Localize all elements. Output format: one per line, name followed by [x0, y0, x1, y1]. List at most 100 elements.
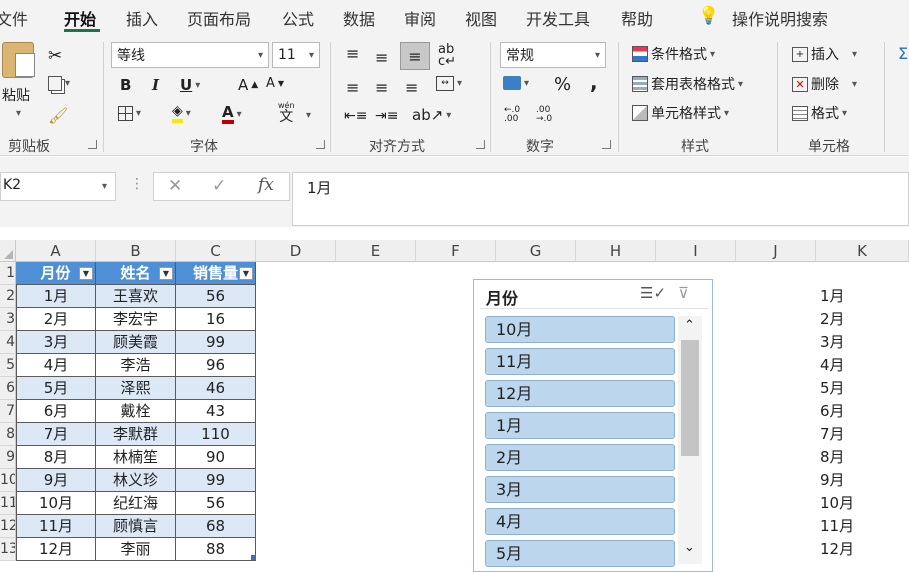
column-header-I[interactable]: I	[656, 240, 736, 262]
chevron-down-icon[interactable]: ▾	[306, 110, 311, 121]
decrease-decimal-button[interactable]: .00 →.0	[536, 106, 558, 124]
row-header-12[interactable]: 12	[0, 515, 16, 538]
wrap-text-icon[interactable]: ab c↵	[438, 43, 456, 68]
enter-icon[interactable]: ✓	[212, 176, 226, 196]
fill-color-button[interactable]: ◈ ▾	[172, 104, 191, 123]
column-header-D[interactable]: D	[256, 240, 336, 262]
tab-view[interactable]: 视图	[465, 6, 497, 30]
slicer-item[interactable]: 12月	[485, 380, 675, 407]
format-cells-button[interactable]: 格式 ▾	[792, 103, 847, 123]
table-cell[interactable]: 顾美霞	[96, 331, 176, 354]
formula-input[interactable]: 1月	[292, 172, 909, 226]
borders-button[interactable]: ▾	[118, 106, 141, 121]
font-launcher-icon[interactable]	[316, 140, 325, 149]
table-header-cell[interactable]: 月份 ▼	[16, 262, 96, 285]
table-cell[interactable]: 李宏宇	[96, 308, 176, 331]
table-cell[interactable]: 68	[176, 515, 256, 538]
orientation-button[interactable]: ab↗ ▾	[412, 106, 451, 124]
tab-developer[interactable]: 开发工具	[526, 6, 590, 30]
italic-button[interactable]: I	[152, 76, 159, 94]
cell-k[interactable]: 11月	[820, 515, 854, 538]
table-cell[interactable]: 88	[176, 538, 256, 561]
cut-icon[interactable]: ✂	[48, 46, 62, 66]
filter-dropdown-icon[interactable]: ▼	[239, 267, 253, 280]
column-header-G[interactable]: G	[496, 240, 576, 262]
clear-filter-icon[interactable]: ⊽	[678, 284, 689, 302]
slicer-item[interactable]: 10月	[485, 316, 675, 343]
merge-center-button[interactable]: ↔ ▾	[436, 76, 462, 91]
table-cell[interactable]: 纪红海	[96, 492, 176, 515]
row-header-8[interactable]: 8	[0, 423, 16, 446]
row-header-7[interactable]: 7	[0, 400, 16, 423]
cell-k[interactable]: 2月	[820, 308, 845, 331]
tell-me-search[interactable]: 操作说明搜索	[732, 6, 828, 30]
table-cell[interactable]: 戴栓	[96, 400, 176, 423]
align-right-icon[interactable]: ≡	[405, 78, 418, 97]
table-cell[interactable]: 林义珍	[96, 469, 176, 492]
table-cell[interactable]: 林楠笙	[96, 446, 176, 469]
column-header-F[interactable]: F	[416, 240, 496, 262]
paste-button[interactable]: 粘贴 ▾	[2, 42, 35, 119]
bold-button[interactable]: B	[120, 76, 131, 94]
slicer-month[interactable]: 月份 ☰✓ ⊽ 10月 11月 12月 1月 2月 3月 4月 5月 ⌃ ⌄	[473, 279, 713, 572]
insert-function-icon[interactable]: fx	[258, 175, 274, 195]
filter-dropdown-icon[interactable]: ▼	[159, 267, 173, 280]
row-header-5[interactable]: 5	[0, 354, 16, 377]
underline-button[interactable]: U ▾	[180, 76, 200, 94]
clipboard-launcher-icon[interactable]	[88, 140, 97, 149]
row-header-6[interactable]: 6	[0, 377, 16, 400]
table-cell[interactable]: 8月	[16, 446, 96, 469]
slicer-item[interactable]: 1月	[485, 412, 675, 439]
align-top-icon[interactable]: ≡	[346, 44, 359, 63]
comma-style-button[interactable]: ,	[590, 70, 598, 94]
scroll-thumb[interactable]	[681, 340, 699, 456]
table-cell[interactable]: 1月	[16, 285, 96, 308]
align-center-icon[interactable]: ≡	[375, 78, 388, 97]
slicer-item[interactable]: 3月	[485, 476, 675, 503]
scroll-up-icon[interactable]: ⌃	[684, 318, 695, 333]
align-left-icon[interactable]: ≡	[346, 78, 359, 97]
table-cell[interactable]: 顾慎言	[96, 515, 176, 538]
slicer-item[interactable]: 4月	[485, 508, 675, 535]
column-header-B[interactable]: B	[96, 240, 176, 262]
table-cell[interactable]: 6月	[16, 400, 96, 423]
slicer-item[interactable]: 5月	[485, 540, 675, 567]
tab-page-layout[interactable]: 页面布局	[187, 6, 251, 30]
font-name-select[interactable]: 等线 ▾	[111, 42, 269, 68]
column-header-A[interactable]: A	[16, 240, 96, 262]
shrink-font-button[interactable]: A ▼	[266, 76, 284, 91]
row-header-11[interactable]: 11	[0, 492, 16, 515]
copy-button[interactable]: ▾	[48, 76, 70, 91]
row-header-2[interactable]: 2	[0, 285, 16, 308]
cell-k[interactable]: 8月	[820, 446, 845, 469]
table-cell[interactable]: 4月	[16, 354, 96, 377]
filter-dropdown-icon[interactable]: ▼	[79, 267, 93, 280]
cancel-icon[interactable]: ✕	[168, 176, 182, 196]
table-cell[interactable]: 李默群	[96, 423, 176, 446]
cell-k[interactable]: 7月	[820, 423, 845, 446]
row-header-13[interactable]: 13	[0, 538, 16, 561]
table-resize-handle[interactable]	[251, 555, 256, 560]
slicer-scrollbar[interactable]: ⌃ ⌄	[678, 316, 702, 564]
table-cell[interactable]: 99	[176, 331, 256, 354]
table-cell[interactable]: 56	[176, 492, 256, 515]
slicer-item[interactable]: 11月	[485, 348, 675, 375]
increase-indent-icon[interactable]: ⇥≡	[375, 108, 398, 124]
cell-k[interactable]: 5月	[820, 377, 845, 400]
format-painter-icon[interactable]: 🖌	[48, 106, 68, 125]
row-header-4[interactable]: 4	[0, 331, 16, 354]
tab-file[interactable]: 文件	[0, 6, 28, 30]
table-cell[interactable]: 43	[176, 400, 256, 423]
cell-k[interactable]: 10月	[820, 492, 854, 515]
cell-k[interactable]: 1月	[820, 285, 845, 308]
table-header-cell[interactable]: 姓名 ▼	[96, 262, 176, 285]
table-cell[interactable]: 11月	[16, 515, 96, 538]
table-cell[interactable]: 56	[176, 285, 256, 308]
delete-cells-button[interactable]: ✕ 删除 ▾	[792, 74, 857, 94]
column-header-C[interactable]: C	[176, 240, 256, 262]
number-format-select[interactable]: 常规 ▾	[500, 42, 606, 68]
row-header-10[interactable]: 10	[0, 469, 16, 492]
tab-data[interactable]: 数据	[343, 6, 375, 30]
table-cell[interactable]: 110	[176, 423, 256, 446]
name-box[interactable]: K2 ▾	[0, 172, 116, 201]
